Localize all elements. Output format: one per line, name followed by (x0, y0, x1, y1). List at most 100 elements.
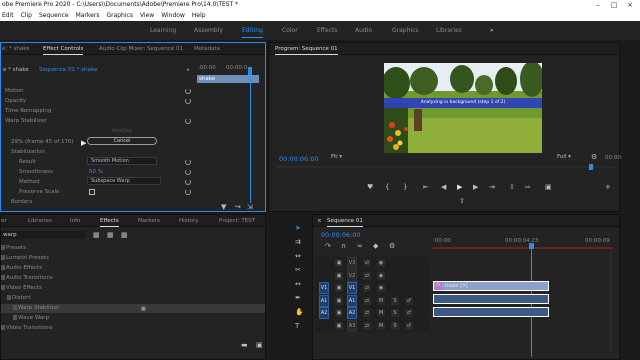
workspace-more-button[interactable]: » (490, 27, 494, 34)
effects-tree-item[interactable]: Lumetri Presets (1, 254, 265, 263)
lock-icon[interactable]: ▣ (335, 296, 343, 305)
new-folder-icon[interactable]: ▬ (241, 341, 248, 349)
lock-icon[interactable]: ▣ (335, 309, 343, 317)
method-select[interactable]: Subspace Warp (87, 177, 161, 185)
razor-tool-icon[interactable]: ✂ (295, 266, 301, 274)
menu-markers[interactable]: Markers (76, 12, 100, 19)
tab-audio-clip-mixer[interactable]: Audio Clip Mixer: Sequence 01 (99, 46, 183, 52)
export-icon[interactable]: ↪ (235, 203, 241, 211)
track-target-v1[interactable]: V1 (347, 282, 357, 294)
track-select-tool-icon[interactable]: ⇉ (295, 238, 301, 246)
wrench-icon[interactable]: ⚙ (591, 153, 597, 161)
play-only-icon[interactable]: ▸ (187, 67, 190, 73)
video-clip[interactable]: fx shake [V] (433, 281, 549, 291)
preserve-scale-checkbox[interactable] (89, 189, 95, 195)
tab-info[interactable]: Info (70, 218, 80, 224)
effects-search-input[interactable]: warp (1, 231, 85, 239)
new-bin-icon[interactable]: ▣ (256, 341, 263, 349)
source-patch-v1[interactable]: V1 (319, 282, 329, 294)
sync-lock-icon[interactable]: ⇄ (363, 284, 371, 292)
workspace-graphics[interactable]: Graphics (392, 27, 419, 34)
effects-tree-item[interactable]: Video Effects (1, 284, 265, 293)
ec-playhead[interactable] (248, 67, 252, 75)
minimize-icon[interactable]: – (590, 0, 606, 10)
audio-clip-a1[interactable] (433, 294, 549, 304)
tab-project[interactable]: Project: TEST (219, 218, 255, 224)
go-to-out-icon[interactable]: ⇥ (489, 183, 495, 191)
workspace-learning[interactable]: Learning (150, 27, 176, 34)
maximize-icon[interactable]: □ (606, 0, 622, 10)
tab-effect-controls[interactable]: Effect Controls (43, 46, 84, 55)
reset-warp-icon[interactable] (185, 118, 191, 124)
sync-lock-icon[interactable]: ⇄ (363, 271, 371, 280)
lock-icon[interactable]: ▣ (335, 271, 343, 280)
pen-tool-icon[interactable]: ✒ (295, 294, 301, 302)
yuv-effects-icon[interactable]: ▦ (121, 231, 128, 239)
reset-preserve-scale-icon[interactable] (185, 189, 191, 195)
timeline-vertical-scrollbar[interactable] (609, 251, 612, 351)
program-scrub-bar[interactable] (277, 166, 615, 168)
solo-button[interactable]: S (391, 321, 399, 330)
ripple-edit-tool-icon[interactable]: ⇔ (295, 252, 301, 260)
prop-motion[interactable]: Motion (5, 88, 24, 94)
track-target-a3[interactable]: A3 (347, 319, 357, 332)
add-marker-icon[interactable]: ♥ (367, 183, 373, 191)
audio-clip-a2[interactable] (433, 307, 549, 317)
linked-selection-icon[interactable]: ∞ (357, 242, 363, 250)
reset-method-icon[interactable] (185, 179, 191, 185)
step-forward-icon[interactable]: ▶ (473, 183, 478, 191)
lift-icon[interactable]: ⇧ (509, 183, 515, 191)
reset-opacity-icon[interactable] (185, 98, 191, 104)
sequence-clip-label[interactable]: Sequence 01 * shake (39, 67, 97, 73)
smoothness-value[interactable]: 50 % (89, 169, 103, 175)
workspace-assembly[interactable]: Assembly (194, 27, 223, 34)
tab-metadata[interactable]: Metadata (194, 46, 220, 52)
source-patch-a2[interactable]: A2 (319, 307, 329, 319)
track-target-a2[interactable]: A2 (347, 307, 357, 319)
prop-warp-stabilizer[interactable]: Warp Stabilizer (5, 118, 47, 124)
tab-libraries[interactable]: Libraries (28, 218, 52, 224)
play-icon[interactable]: ▶ (457, 183, 462, 191)
hand-tool-icon[interactable]: ✋ (295, 308, 304, 316)
effects-tree-item[interactable]: Audio Effects (1, 264, 265, 273)
timeline-settings-icon[interactable]: ⚙ (389, 242, 395, 250)
effects-tree-item[interactable]: Distort (1, 294, 265, 303)
tab-browser[interactable]: er (1, 218, 7, 224)
lock-icon[interactable]: ▣ (335, 284, 343, 292)
menu-help[interactable]: Help (192, 12, 206, 19)
video-frame[interactable]: Analyzing in background (step 1 of 2) (384, 63, 542, 153)
eye-icon[interactable]: ◉ (377, 284, 385, 292)
add-marker-timeline-icon[interactable]: ◆ (373, 242, 378, 250)
fit-select[interactable]: Fit ▾ (331, 154, 361, 162)
track-target-a1[interactable]: A1 (347, 294, 357, 307)
workspace-editing[interactable]: Editing (242, 27, 263, 38)
button-editor-icon[interactable]: ⇧ (459, 197, 465, 205)
mic-icon[interactable]: ♂ (405, 309, 413, 317)
snap-icon[interactable]: ∩ (341, 242, 346, 250)
effects-tree-item[interactable]: Audio Transitions (1, 274, 265, 283)
menu-sequence[interactable]: Sequence (39, 12, 69, 19)
program-playhead[interactable] (589, 164, 593, 170)
ec-expand-icon[interactable]: ⇲ (247, 203, 253, 211)
go-to-in-icon[interactable]: ⇤ (423, 183, 429, 191)
sync-lock-icon[interactable]: ⇄ (363, 309, 371, 317)
mute-button[interactable]: M (377, 321, 385, 330)
close-icon[interactable]: × (622, 0, 638, 10)
accelerated-effects-icon[interactable]: ▦ (93, 231, 100, 239)
solo-button[interactable]: S (391, 309, 399, 317)
borders-label[interactable]: Borders (11, 199, 32, 205)
mark-out-icon[interactable]: } (403, 183, 407, 191)
effects-tree-item[interactable]: Video Transitions (1, 324, 265, 333)
effects-tree-item[interactable]: Wave Warp (1, 314, 265, 323)
sync-lock-icon[interactable]: ⇄ (363, 296, 371, 305)
mark-in-icon[interactable]: { (385, 183, 389, 191)
tab-markers[interactable]: Markers (138, 218, 160, 224)
lock-icon[interactable]: ▣ (335, 321, 343, 330)
tab-history[interactable]: History (179, 218, 199, 224)
slip-tool-icon[interactable]: ↔ (295, 280, 301, 288)
step-back-icon[interactable]: ◀ (441, 183, 446, 191)
sync-lock-icon[interactable]: ⇄ (363, 321, 371, 330)
track-target-v2[interactable]: V2 (347, 269, 357, 282)
quality-select[interactable]: Full ▾ (557, 154, 583, 162)
selection-tool-icon[interactable]: ➤ (295, 224, 301, 232)
